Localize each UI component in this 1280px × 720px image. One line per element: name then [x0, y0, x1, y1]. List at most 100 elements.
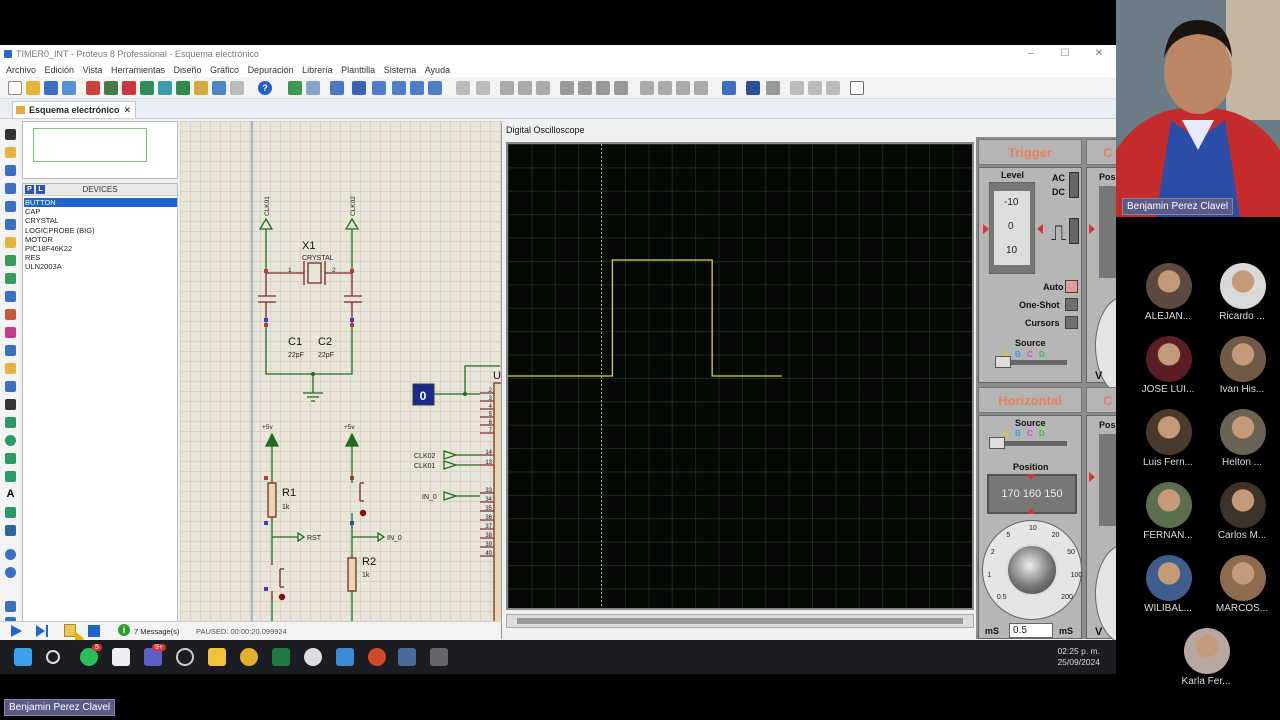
channel-position-slider-top[interactable] — [1099, 186, 1116, 278]
component-mode-icon[interactable] — [5, 147, 16, 158]
proteus-isis-icon[interactable] — [398, 648, 416, 666]
search-icon[interactable] — [46, 650, 60, 664]
copy-icon[interactable] — [518, 81, 532, 95]
schematic-canvas[interactable]: CLK01 CLK02 X1 CRYSTAL 1 2 C1 22pF C2 22… — [180, 121, 505, 621]
clock-app-icon[interactable] — [176, 648, 194, 666]
participant-tile[interactable]: Helton ... — [1198, 407, 1270, 479]
participant-tile[interactable]: Karla Fer... — [1162, 626, 1234, 698]
menu-vista[interactable]: Vista — [83, 63, 103, 77]
timebase-knob[interactable] — [1006, 544, 1058, 596]
selection-mode-icon[interactable] — [5, 129, 16, 140]
menu-grafico[interactable]: Gráfico — [210, 63, 239, 77]
device-item[interactable]: MOTOR — [24, 235, 177, 244]
open-folder-icon[interactable] — [26, 81, 40, 95]
notes-icon[interactable] — [230, 81, 244, 95]
close-button[interactable]: ✕ — [1082, 45, 1116, 63]
auto-button[interactable] — [1065, 280, 1078, 293]
pick-devices-button[interactable]: P — [25, 185, 34, 194]
windows-start-icon[interactable] — [14, 648, 32, 666]
timebase-input[interactable]: 0.5 — [1009, 623, 1053, 638]
device-item[interactable]: LOGICPROBE (BIG) — [24, 226, 177, 235]
subcircuit-icon[interactable] — [5, 237, 16, 248]
file-explorer-icon[interactable] — [208, 648, 226, 666]
device-item[interactable]: CAP — [24, 207, 177, 216]
buses-icon[interactable] — [5, 219, 16, 230]
rotate-cw-icon[interactable] — [5, 549, 16, 560]
circle-tool-icon[interactable] — [5, 435, 16, 446]
messages-count[interactable]: 7 Message(s) — [134, 627, 179, 636]
block-copy-icon[interactable] — [560, 81, 574, 95]
zoom-area-icon[interactable] — [428, 81, 442, 95]
pan-icon[interactable] — [352, 81, 366, 95]
device-item[interactable]: ULN2003A — [24, 262, 177, 271]
report-icon[interactable] — [850, 81, 864, 95]
gerber-icon[interactable] — [176, 81, 190, 95]
rotate-ccw-icon[interactable] — [5, 567, 16, 578]
tape-recorder-icon[interactable] — [5, 309, 16, 320]
menu-herramientas[interactable]: Herramientas — [111, 63, 165, 77]
print-icon[interactable] — [62, 81, 76, 95]
generator-icon[interactable] — [5, 327, 16, 338]
chip-icon[interactable] — [122, 81, 136, 95]
participant-tile[interactable]: FERNAN... — [1124, 480, 1196, 552]
marker-tool-icon[interactable] — [5, 525, 16, 536]
menu-libreria[interactable]: Librería — [302, 63, 333, 77]
menu-plantilla[interactable]: Planttilla — [341, 63, 375, 77]
origin-icon[interactable] — [330, 81, 344, 95]
participant-tile[interactable]: WILIBAL... — [1124, 553, 1196, 625]
maximize-button[interactable]: ☐ — [1048, 45, 1082, 63]
pick-device-icon[interactable] — [640, 81, 654, 95]
tab-schematic[interactable]: Esquema electrónico ✕ — [12, 101, 136, 118]
participant-tile[interactable]: Ricardo ... — [1198, 261, 1270, 333]
pcb-icon[interactable] — [140, 81, 154, 95]
cursors-button[interactable] — [1065, 316, 1078, 329]
path-tool-icon[interactable] — [5, 471, 16, 482]
zoom-out-icon[interactable] — [392, 81, 406, 95]
minimize-button[interactable]: – — [1014, 45, 1048, 63]
participant-tile[interactable]: MARCOS... — [1198, 553, 1270, 625]
participant-tile[interactable]: JOSE LUI... — [1124, 334, 1196, 406]
menu-depuracion[interactable]: Depuración — [248, 63, 294, 77]
menu-ayuda[interactable]: Ayuda — [425, 63, 450, 77]
device-item[interactable]: RES — [24, 253, 177, 262]
zoom-in-icon[interactable] — [372, 81, 386, 95]
symbol-tool-icon[interactable] — [5, 507, 16, 518]
schematic-icon[interactable] — [104, 81, 118, 95]
bom-icon[interactable] — [194, 81, 208, 95]
participant-tile[interactable]: ALEJAN... — [1124, 261, 1196, 333]
graph-icon[interactable] — [5, 291, 16, 302]
cut-icon[interactable] — [500, 81, 514, 95]
participant-tile[interactable]: Carlos M... — [1198, 480, 1270, 552]
voltage-probe-icon[interactable] — [5, 345, 16, 356]
current-probe-icon[interactable] — [5, 363, 16, 374]
participant-tile[interactable]: Ivan His... — [1198, 334, 1270, 406]
line-tool-icon[interactable] — [5, 399, 16, 410]
mirror-x-icon[interactable] — [5, 601, 16, 612]
refresh-icon[interactable] — [288, 81, 302, 95]
exit-to-parent-icon[interactable] — [826, 81, 840, 95]
undo-icon[interactable] — [456, 81, 470, 95]
redo-icon[interactable] — [476, 81, 490, 95]
chrome-icon[interactable] — [240, 648, 258, 666]
level-slider[interactable]: -10 0 10 — [989, 182, 1035, 274]
trigger-source-slider[interactable] — [995, 356, 1011, 368]
arc-tool-icon[interactable] — [5, 453, 16, 464]
ac-dc-switch[interactable] — [1069, 172, 1079, 198]
wire-label-icon[interactable] — [5, 183, 16, 194]
package-icon[interactable] — [676, 81, 690, 95]
virtual-instruments-icon[interactable] — [5, 381, 16, 392]
library-manager-button[interactable]: L — [36, 185, 45, 194]
source-code-icon[interactable] — [212, 81, 226, 95]
excel-icon[interactable] — [272, 648, 290, 666]
horizontal-source-slider[interactable] — [989, 437, 1005, 449]
notepad-blue-icon[interactable] — [336, 648, 354, 666]
tab-close-icon[interactable]: ✕ — [123, 102, 131, 118]
step-button[interactable] — [36, 625, 45, 637]
device-item[interactable]: CRYSTAL — [24, 216, 177, 225]
scrollbar-thumb[interactable] — [517, 618, 963, 624]
remove-sheet-icon[interactable] — [808, 81, 822, 95]
menu-edicion[interactable]: Edición — [45, 63, 75, 77]
box-tool-icon[interactable] — [5, 417, 16, 428]
device-item[interactable]: BUTTON — [24, 198, 177, 208]
edge-switch[interactable] — [1069, 218, 1079, 244]
